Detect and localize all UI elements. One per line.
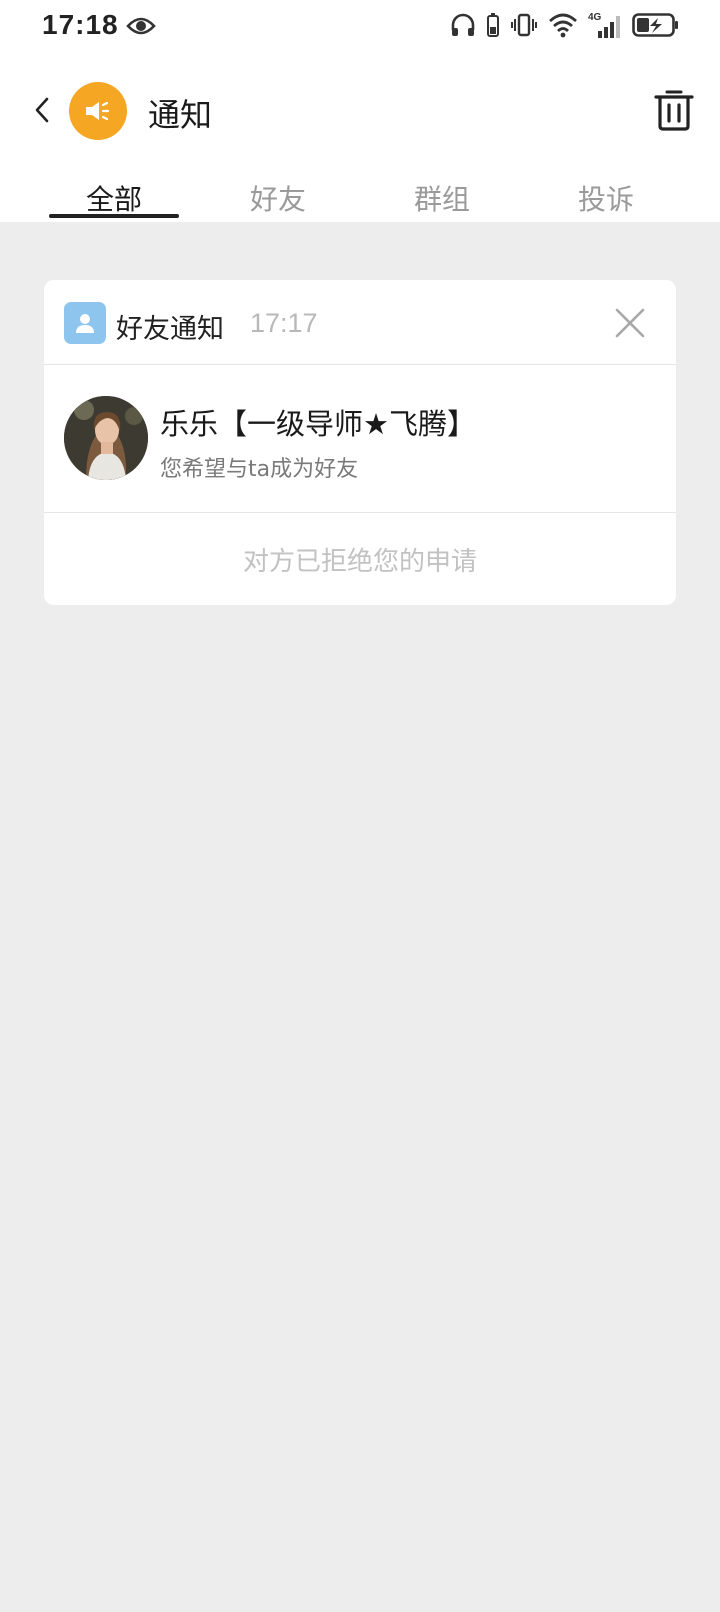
tab-bar: 全部 好友 群组 投诉 [0,160,720,218]
wifi-icon [548,12,578,38]
headphones-icon [450,12,476,38]
trash-icon[interactable] [654,88,694,136]
avatar[interactable] [64,396,148,480]
top-area: 17:18 4G 通知 全部 好友 群组 投诉 [0,0,720,222]
page-title: 通知 [148,96,213,134]
request-result-text: 对方已拒绝您的申请 [242,546,477,577]
tab-friends[interactable]: 好友 [196,160,360,218]
status-time: 17:18 [42,9,119,40]
back-arrow-icon[interactable] [30,90,54,130]
friend-user-icon [64,302,106,344]
notification-user-row[interactable]: 乐乐【一级导师★飞腾】 您希望与ta成为好友 [44,365,676,513]
status-icons: 4G [450,11,680,39]
tab-complaints[interactable]: 投诉 [524,160,688,218]
eye-icon [126,14,156,42]
close-icon[interactable] [614,307,646,343]
network-type: 4G [588,12,602,23]
device-battery-icon [486,12,500,38]
notification-category: 好友通知 [116,314,224,345]
request-result: 对方已拒绝您的申请 [44,513,676,605]
page-header: 通知 [0,60,720,160]
vibrate-icon [510,12,538,38]
megaphone-icon [69,82,127,140]
status-bar: 17:18 4G [0,0,720,60]
tab-groups[interactable]: 群组 [360,160,524,218]
charging-battery-icon [632,12,680,38]
notification-card: 好友通知 17:17 乐乐【一级导师★飞腾】 您希望与ta成为好友 对方已拒绝您… [44,280,676,605]
cellular-signal-icon: 4G [588,11,622,39]
request-message: 您希望与ta成为好友 [160,457,359,482]
notification-time: 17:17 [250,308,318,338]
user-name: 乐乐【一级导师★飞腾】 [160,407,476,441]
tab-all[interactable]: 全部 [32,160,196,218]
notification-card-header: 好友通知 17:17 [44,280,676,365]
